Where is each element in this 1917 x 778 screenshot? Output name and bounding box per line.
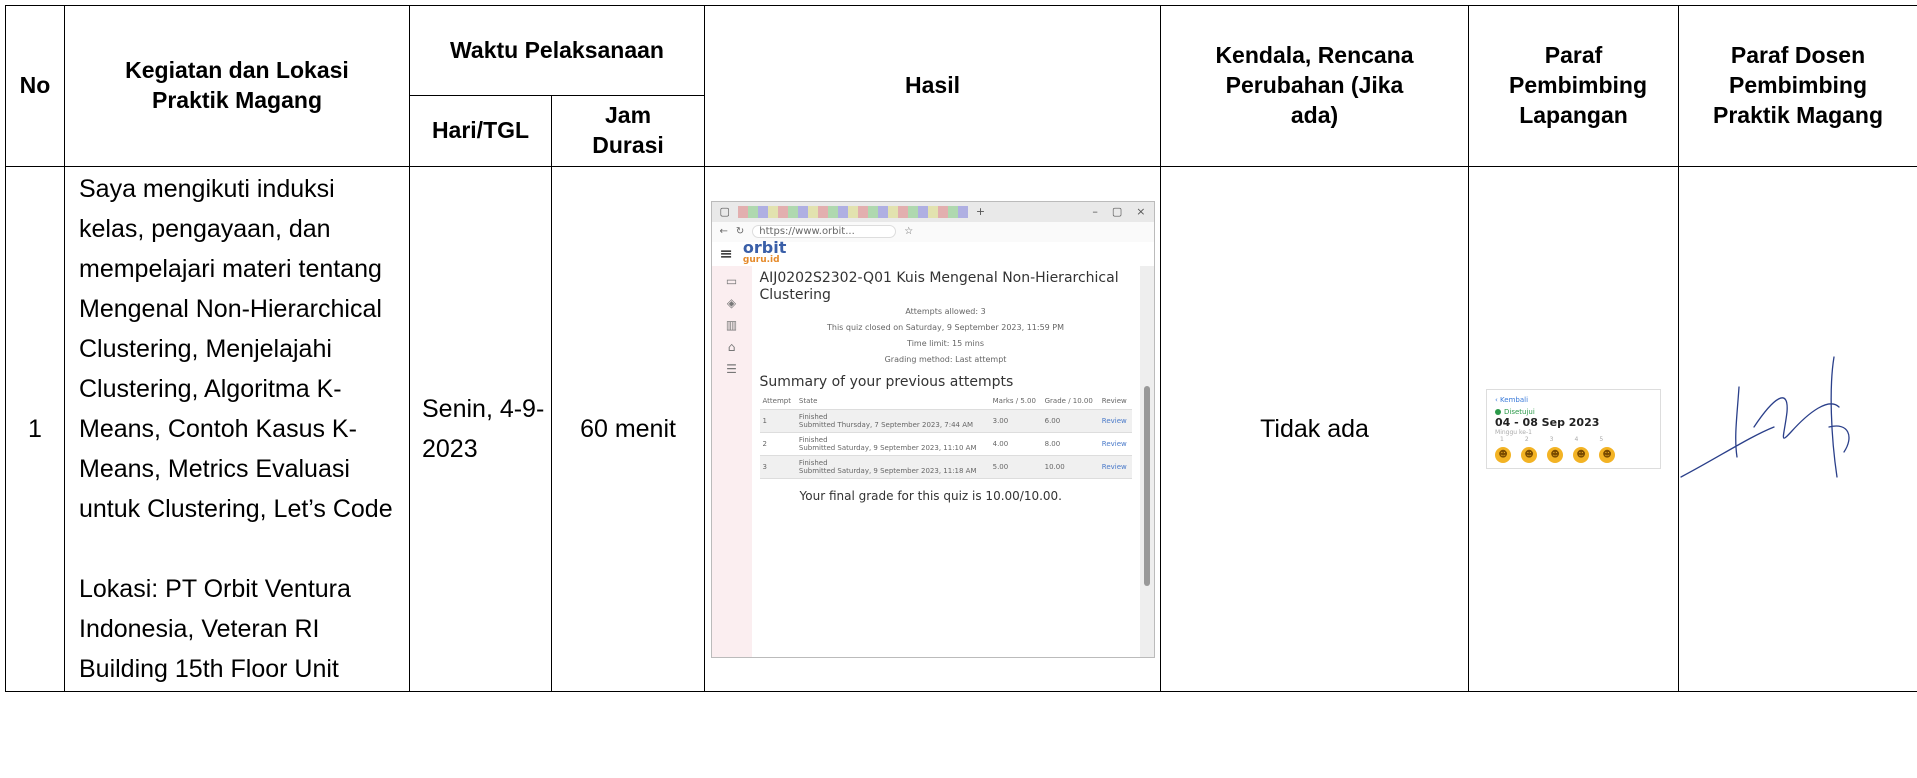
header-hari: Hari/TGL (409, 95, 552, 167)
course-icon: ◈ (726, 295, 737, 310)
header-jam: Jam Durasi (550, 95, 706, 167)
row-paraf-lapangan: ‹ Kembali Disetujui 04 - 08 Sep 2023 Min… (1468, 166, 1680, 692)
header-paraf-dosen: Paraf Dosen Pembimbing Praktik Magang (1678, 5, 1917, 167)
home-icon: ⌂ (727, 339, 736, 354)
row-paraf-dosen (1678, 166, 1917, 692)
signature-image (1680, 355, 1850, 478)
quiz-title: AIJ0202S2302-Q01 Kuis Mengenal Non-Hiera… (759, 269, 1119, 303)
row-kendala: Tidak ada (1160, 166, 1470, 692)
back-icon: ← (719, 226, 728, 237)
site-sidebar: ▭ ◈ ▥ ⌂ ☰ (711, 265, 752, 657)
table-row: 1 Finished Submitted Thursday, 7 Septembe… (759, 409, 1132, 433)
row-durasi: 60 menit (550, 166, 706, 692)
logbook-table: No Kegiatan dan Lokasi Praktik Magang Wa… (5, 5, 1917, 692)
table-row: 2 Finished Submitted Saturday, 9 Septembe… (759, 432, 1132, 456)
status-badge: Disetujui (1495, 408, 1652, 416)
header-hasil: Hasil (704, 5, 1162, 167)
refresh-icon: ↻ (735, 226, 745, 237)
summary-heading: Summary of your previous attempts (759, 373, 1014, 390)
attempts-table: Attempt State Marks / 5.00 Grade / 10.00 Rev… (759, 393, 1132, 479)
header-paraf-lapangan: Paraf Pembimbing Lapangan (1468, 5, 1680, 167)
row-no: 1 (5, 166, 65, 692)
row-kegiatan: Saya mengikuti induksi kelas, pengayaan,… (79, 175, 393, 523)
quiz-screenshot: ▢ + – ▢ × ← ↻ https://www.orbit... ☆ ≡ orb… (710, 200, 1155, 658)
new-tab-icon: + (975, 205, 986, 218)
quiz-content: AIJ0202S2302-Q01 Kuis Mengenal Non-Hiera… (751, 265, 1140, 657)
url-text: https://www.orbit... (752, 225, 897, 238)
header-waktu: Waktu Pelaksanaan (408, 5, 706, 96)
row-lokasi: Lokasi: PT Orbit Ventura Indonesia, Vete… (79, 575, 351, 683)
row-hasil: ▢ + – ▢ × ← ↻ https://www.orbit... ☆ ≡ orb… (704, 166, 1162, 692)
week-label: Minggu ke-1 (1495, 429, 1532, 436)
tab-strip (737, 205, 968, 218)
week-date: 04 - 08 Sep 2023 (1495, 416, 1600, 429)
approval-card: ‹ Kembali Disetujui 04 - 08 Sep 2023 Min… (1486, 389, 1662, 469)
site-header: ≡ orbit guru.id (711, 237, 1154, 266)
close-icon: × (1136, 205, 1146, 218)
final-grade: Your final grade for this quiz is 10.00/… (799, 488, 1062, 503)
row-hari: Senin, 4-9-2023 (409, 166, 552, 692)
browser-tabs: ▢ + – ▢ × (711, 201, 1154, 222)
table-row: 3 Finished Submitted Saturday, 9 Septembe… (759, 455, 1132, 479)
maximize-icon: ▢ (1111, 205, 1123, 218)
orbit-logo: orbit guru.id (742, 237, 787, 265)
quiz-meta: Attempts allowed: 3 This quiz closed on … (826, 306, 1065, 364)
back-link: ‹ Kembali (1495, 396, 1529, 404)
book-icon: ▥ (725, 317, 738, 332)
tab-icon: ▢ (719, 205, 730, 218)
list-icon: ☰ (726, 361, 737, 376)
folder-icon: ▭ (725, 273, 738, 288)
minimize-icon: – (1092, 205, 1098, 218)
header-kendala: Kendala, Rencana Perubahan (Jika ada) (1160, 5, 1470, 167)
row-kegiatan-cell: Saya mengikuti induksi kelas, pengayaan,… (64, 166, 410, 692)
header-no: No (5, 5, 65, 167)
menu-icon: ≡ (719, 244, 733, 263)
star-icon: ☆ (904, 226, 914, 237)
header-kegiatan: Kegiatan dan Lokasi Praktik Magang (64, 5, 410, 167)
mood-icons: ☻ ☻ ☻ ☻ ☻ (1495, 447, 1652, 463)
scrollbar (1139, 265, 1154, 657)
